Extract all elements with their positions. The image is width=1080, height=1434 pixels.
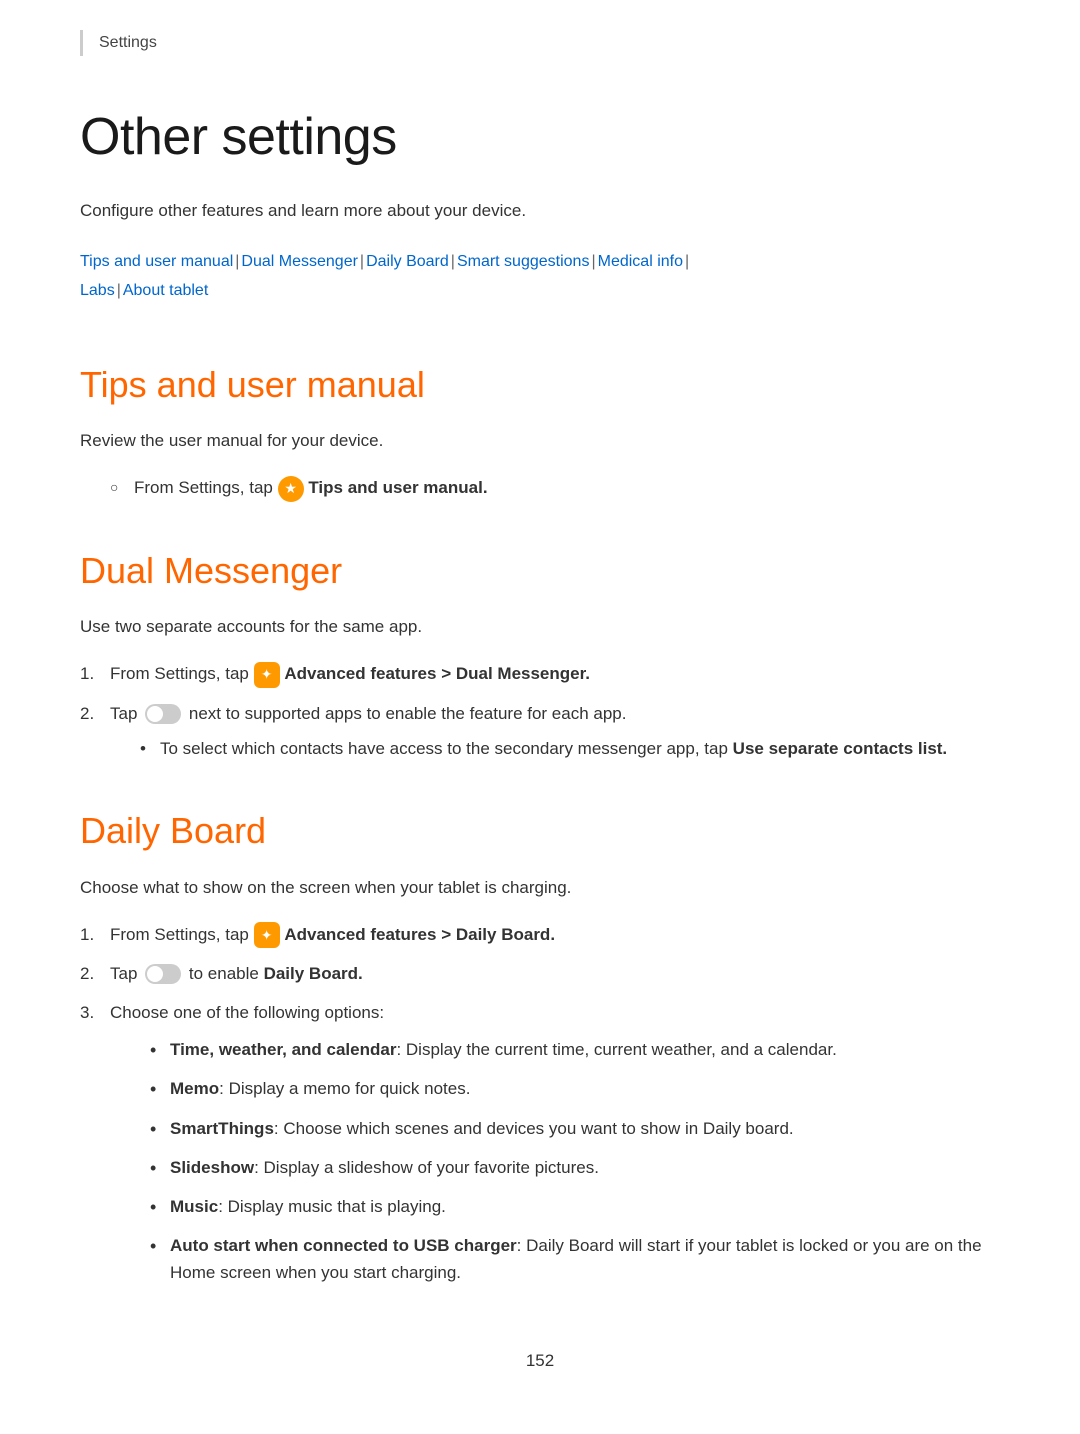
daily-board-options-list: Time, weather, and calendar: Display the… — [110, 1036, 1000, 1286]
daily-board-step2-suffix: to enable — [189, 964, 259, 983]
daily-board-step3: 3. Choose one of the following options: … — [80, 999, 1000, 1287]
dual-messenger-step2: 2. Tap next to supported apps to enable … — [80, 700, 1000, 762]
option-1-text: : Display the current time, current weat… — [396, 1040, 836, 1059]
page-title: Other settings — [80, 96, 1000, 179]
nav-link-daily-board[interactable]: Daily Board — [366, 253, 449, 270]
page-number: 152 — [526, 1351, 554, 1370]
daily-board-steps-list: 1. From Settings, tap ✦ Advanced feature… — [80, 921, 1000, 1287]
daily-board-step2: 2. Tap to enable Daily Board. — [80, 960, 1000, 987]
section-tips: Tips and user manual Review the user man… — [80, 356, 1000, 502]
sub-bullet-bold: Use separate contacts list. — [733, 739, 947, 758]
daily-board-option-5: Music: Display music that is playing. — [150, 1193, 1000, 1220]
dual-messenger-sub-item: To select which contacts have access to … — [140, 735, 1000, 762]
daily-board-description: Choose what to show on the screen when y… — [80, 874, 1000, 901]
option-2-bold: Memo — [170, 1079, 219, 1098]
option-4-bold: Slideshow — [170, 1158, 254, 1177]
tips-description: Review the user manual for your device. — [80, 427, 1000, 454]
daily-board-step2-prefix: Tap — [110, 964, 137, 983]
nav-link-smart-suggestions[interactable]: Smart suggestions — [457, 253, 590, 270]
dual-messenger-step2-suffix: next to supported apps to enable the fea… — [189, 704, 627, 723]
option-3-bold: SmartThings — [170, 1119, 274, 1138]
tips-step1-prefix: From Settings, tap — [134, 478, 273, 497]
section-daily-board: Daily Board Choose what to show on the s… — [80, 802, 1000, 1287]
option-1-bold: Time, weather, and calendar — [170, 1040, 396, 1059]
section-title-daily-board: Daily Board — [80, 802, 1000, 860]
dual-messenger-step1: 1. From Settings, tap ✦ Advanced feature… — [80, 660, 1000, 687]
dual-messenger-description: Use two separate accounts for the same a… — [80, 613, 1000, 640]
section-dual-messenger: Dual Messenger Use two separate accounts… — [80, 542, 1000, 762]
option-2-text: : Display a memo for quick notes. — [219, 1079, 470, 1098]
daily-board-step1-bold: Advanced features > Daily Board. — [284, 925, 555, 944]
daily-board-option-3: SmartThings: Choose which scenes and dev… — [150, 1115, 1000, 1142]
breadcrumb: Settings — [80, 30, 1000, 56]
option-4-text: : Display a slideshow of your favorite p… — [254, 1158, 599, 1177]
option-6-bold: Auto start when connected to USB charger — [170, 1236, 517, 1255]
dual-messenger-sub-list: To select which contacts have access to … — [110, 735, 1000, 762]
nav-link-about-tablet[interactable]: About tablet — [123, 282, 208, 299]
dual-messenger-step2-prefix: Tap — [110, 704, 137, 723]
page-container: Settings Other settings Configure other … — [0, 0, 1080, 1434]
daily-board-step3-text: Choose one of the following options: — [110, 1003, 384, 1022]
dual-messenger-step1-bold: Advanced features > Dual Messenger. — [284, 664, 590, 683]
nav-link-dual-messenger[interactable]: Dual Messenger — [241, 253, 358, 270]
sub-bullet-text: To select which contacts have access to … — [160, 739, 728, 758]
option-5-bold: Music — [170, 1197, 218, 1216]
dual-messenger-steps-list: 1. From Settings, tap ✦ Advanced feature… — [80, 660, 1000, 762]
dual-messenger-step1-prefix: From Settings, tap — [110, 664, 249, 683]
tips-step1: From Settings, tap ★ Tips and user manua… — [110, 474, 1000, 501]
nav-link-medical-info[interactable]: Medical info — [598, 253, 683, 270]
nav-link-labs[interactable]: Labs — [80, 282, 115, 299]
nav-link-tips[interactable]: Tips and user manual — [80, 253, 233, 270]
nav-links: Tips and user manual|Dual Messenger|Dail… — [80, 248, 1000, 306]
tips-steps-list: From Settings, tap ★ Tips and user manua… — [80, 474, 1000, 501]
daily-board-option-4: Slideshow: Display a slideshow of your f… — [150, 1154, 1000, 1181]
option-5-text: : Display music that is playing. — [218, 1197, 446, 1216]
daily-board-option-6: Auto start when connected to USB charger… — [150, 1232, 1000, 1286]
advanced-features-icon-2: ✦ — [254, 922, 280, 948]
daily-board-step2-bold: Daily Board. — [264, 964, 363, 983]
section-title-tips: Tips and user manual — [80, 356, 1000, 414]
toggle-icon-2 — [145, 964, 181, 984]
daily-board-step1: 1. From Settings, tap ✦ Advanced feature… — [80, 921, 1000, 948]
option-3-text: : Choose which scenes and devices you wa… — [274, 1119, 794, 1138]
daily-board-option-2: Memo: Display a memo for quick notes. — [150, 1075, 1000, 1102]
toggle-icon-1 — [145, 704, 181, 724]
section-title-dual-messenger: Dual Messenger — [80, 542, 1000, 600]
page-footer: 152 — [80, 1327, 1000, 1374]
tips-step1-bold: Tips and user manual. — [308, 478, 487, 497]
daily-board-option-1: Time, weather, and calendar: Display the… — [150, 1036, 1000, 1063]
page-description: Configure other features and learn more … — [80, 197, 1000, 224]
tips-icon: ★ — [278, 476, 304, 502]
advanced-features-icon-1: ✦ — [254, 662, 280, 688]
breadcrumb-label: Settings — [99, 34, 157, 51]
daily-board-step1-prefix: From Settings, tap — [110, 925, 249, 944]
